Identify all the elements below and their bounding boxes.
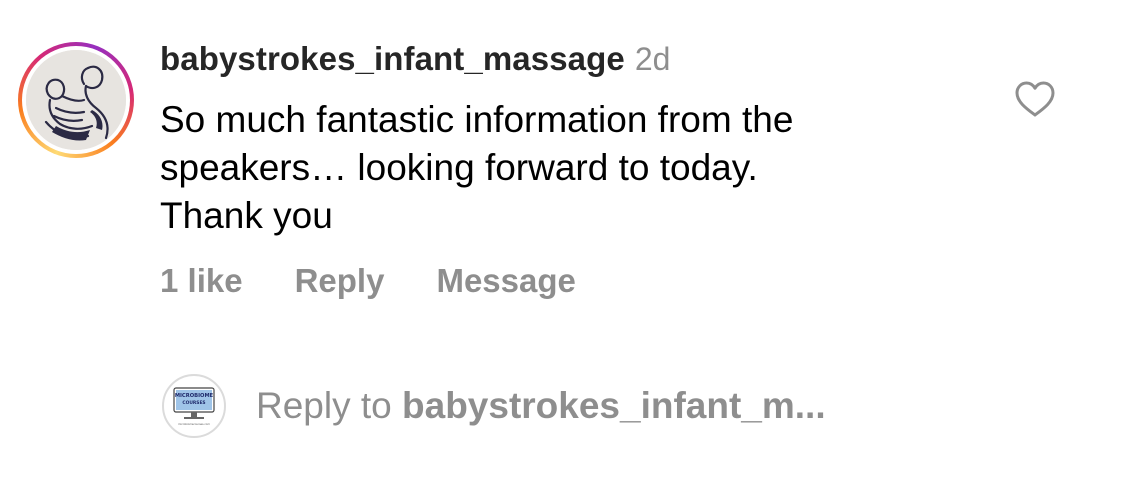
comment-timestamp: 2d: [634, 41, 671, 77]
reply-button[interactable]: Reply: [295, 262, 385, 300]
comment-text-line: Thank you: [160, 195, 333, 236]
current-user-avatar: MICROBIOME COURSES microbiomecourses.com: [162, 374, 226, 438]
reply-input-placeholder[interactable]: Reply to babystrokes_infant_m...: [256, 385, 826, 427]
comment-text-line: So much fantastic information from the: [160, 99, 794, 140]
logo-line-2: COURSES: [182, 400, 205, 406]
reply-target-username: babystrokes_infant_m...: [402, 385, 826, 426]
commenter-avatar-ring[interactable]: [18, 42, 134, 158]
avatar-ring-gap: [22, 46, 130, 154]
logo-line-1: MICROBIOME: [175, 393, 214, 399]
comment-text-line: speakers… looking forward to today.: [160, 147, 758, 188]
reply-composer[interactable]: MICROBIOME COURSES microbiomecourses.com…: [162, 374, 826, 438]
comment-text: So much fantastic information from the s…: [160, 96, 960, 240]
comment-actions: 1 like Reply Message: [160, 262, 576, 300]
logo-footer: microbiomecourses.com: [178, 422, 210, 426]
heart-outline-icon[interactable]: [1014, 80, 1056, 118]
comment-header: babystrokes_infant_massage 2d: [160, 40, 670, 84]
comment-username[interactable]: babystrokes_infant_massage: [160, 40, 625, 78]
microbiome-courses-logo: MICROBIOME COURSES microbiomecourses.com: [173, 387, 215, 426]
reply-prefix: Reply to: [256, 385, 392, 426]
likes-count-link[interactable]: 1 like: [160, 262, 243, 300]
message-button[interactable]: Message: [436, 262, 575, 300]
commenter-avatar: [26, 50, 126, 150]
